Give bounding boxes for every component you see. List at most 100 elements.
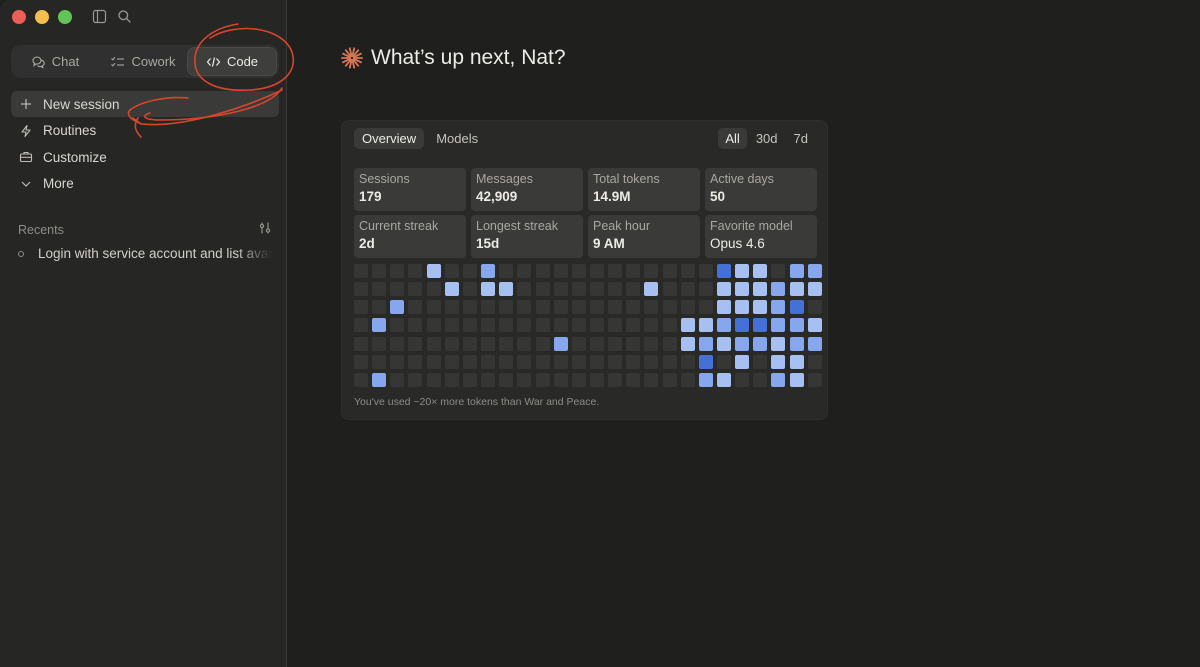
heatmap-cell[interactable]	[462, 318, 477, 333]
heatmap-cell[interactable]	[535, 336, 550, 351]
zoom-window-button[interactable]	[58, 10, 72, 24]
heatmap-cell[interactable]	[626, 264, 641, 278]
heatmap-cell[interactable]	[807, 300, 822, 315]
heatmap-cell[interactable]	[499, 318, 514, 333]
heatmap-cell[interactable]	[426, 300, 441, 315]
heatmap-cell[interactable]	[807, 354, 822, 369]
recent-session-item[interactable]: Login with service account and list avai…	[18, 246, 272, 261]
heatmap-cell[interactable]	[517, 336, 532, 351]
heatmap-cell[interactable]	[680, 282, 695, 297]
heatmap-cell[interactable]	[354, 300, 368, 315]
search-icon[interactable]	[117, 9, 132, 24]
heatmap-cell[interactable]	[771, 300, 786, 315]
heatmap-cell[interactable]	[535, 318, 550, 333]
heatmap-cell[interactable]	[771, 372, 786, 387]
heatmap-cell[interactable]	[589, 318, 604, 333]
heatmap-cell[interactable]	[571, 264, 586, 278]
heatmap-cell[interactable]	[753, 300, 768, 315]
tab-models[interactable]: Models	[428, 128, 486, 149]
heatmap-cell[interactable]	[408, 300, 423, 315]
heatmap-cell[interactable]	[517, 264, 532, 278]
heatmap-cell[interactable]	[626, 318, 641, 333]
heatmap-cell[interactable]	[571, 354, 586, 369]
nav-customize[interactable]: Customize	[11, 144, 279, 170]
heatmap-cell[interactable]	[807, 372, 822, 387]
heatmap-cell[interactable]	[372, 354, 387, 369]
heatmap-cell[interactable]	[789, 318, 804, 333]
heatmap-cell[interactable]	[535, 282, 550, 297]
heatmap-cell[interactable]	[462, 372, 477, 387]
heatmap-cell[interactable]	[390, 300, 405, 315]
heatmap-cell[interactable]	[735, 264, 750, 278]
heatmap-cell[interactable]	[354, 354, 368, 369]
heatmap-cell[interactable]	[680, 300, 695, 315]
range-all[interactable]: All	[718, 128, 747, 149]
heatmap-cell[interactable]	[717, 318, 731, 333]
heatmap-cell[interactable]	[680, 372, 695, 387]
heatmap-cell[interactable]	[499, 264, 514, 278]
heatmap-cell[interactable]	[807, 336, 822, 351]
sidebar-toggle-icon[interactable]	[92, 9, 107, 24]
heatmap-cell[interactable]	[372, 300, 387, 315]
heatmap-cell[interactable]	[372, 318, 387, 333]
heatmap-cell[interactable]	[481, 300, 496, 315]
heatmap-cell[interactable]	[608, 300, 623, 315]
mode-code-button[interactable]: Code	[187, 47, 277, 76]
heatmap-cell[interactable]	[608, 372, 623, 387]
range-30d[interactable]: 30d	[749, 128, 785, 149]
heatmap-cell[interactable]	[444, 318, 459, 333]
heatmap-cell[interactable]	[698, 372, 713, 387]
heatmap-cell[interactable]	[408, 282, 423, 297]
heatmap-cell[interactable]	[444, 336, 459, 351]
heatmap-cell[interactable]	[481, 264, 496, 278]
heatmap-cell[interactable]	[499, 300, 514, 315]
heatmap-cell[interactable]	[426, 372, 441, 387]
heatmap-cell[interactable]	[589, 264, 604, 278]
filter-sliders-icon[interactable]	[258, 221, 272, 238]
heatmap-cell[interactable]	[372, 282, 387, 297]
heatmap-cell[interactable]	[408, 336, 423, 351]
heatmap-cell[interactable]	[354, 336, 368, 351]
heatmap-cell[interactable]	[626, 282, 641, 297]
heatmap-cell[interactable]	[771, 318, 786, 333]
heatmap-cell[interactable]	[662, 318, 677, 333]
heatmap-cell[interactable]	[680, 354, 695, 369]
heatmap-cell[interactable]	[535, 354, 550, 369]
heatmap-cell[interactable]	[499, 282, 514, 297]
heatmap-cell[interactable]	[662, 354, 677, 369]
heatmap-cell[interactable]	[390, 264, 405, 278]
heatmap-cell[interactable]	[426, 354, 441, 369]
heatmap-cell[interactable]	[571, 300, 586, 315]
heatmap-cell[interactable]	[481, 282, 496, 297]
heatmap-cell[interactable]	[390, 336, 405, 351]
heatmap-cell[interactable]	[481, 318, 496, 333]
heatmap-cell[interactable]	[644, 372, 659, 387]
heatmap-cell[interactable]	[771, 282, 786, 297]
heatmap-cell[interactable]	[789, 300, 804, 315]
heatmap-cell[interactable]	[426, 264, 441, 278]
heatmap-cell[interactable]	[717, 336, 731, 351]
mode-cowork-button[interactable]: Cowork	[99, 47, 187, 76]
heatmap-cell[interactable]	[553, 264, 568, 278]
heatmap-cell[interactable]	[753, 264, 768, 278]
heatmap-cell[interactable]	[807, 318, 822, 333]
heatmap-cell[interactable]	[571, 372, 586, 387]
heatmap-cell[interactable]	[535, 264, 550, 278]
heatmap-cell[interactable]	[553, 336, 568, 351]
heatmap-cell[interactable]	[354, 282, 368, 297]
heatmap-cell[interactable]	[517, 300, 532, 315]
heatmap-cell[interactable]	[644, 336, 659, 351]
nav-new-session[interactable]: New session	[11, 91, 279, 117]
heatmap-cell[interactable]	[462, 300, 477, 315]
heatmap-cell[interactable]	[444, 300, 459, 315]
tab-overview[interactable]: Overview	[354, 128, 425, 149]
heatmap-cell[interactable]	[553, 372, 568, 387]
heatmap-cell[interactable]	[662, 336, 677, 351]
heatmap-cell[interactable]	[372, 372, 387, 387]
heatmap-cell[interactable]	[698, 336, 713, 351]
heatmap-cell[interactable]	[717, 282, 731, 297]
heatmap-cell[interactable]	[662, 282, 677, 297]
heatmap-cell[interactable]	[698, 318, 713, 333]
heatmap-cell[interactable]	[462, 264, 477, 278]
heatmap-cell[interactable]	[753, 318, 768, 333]
